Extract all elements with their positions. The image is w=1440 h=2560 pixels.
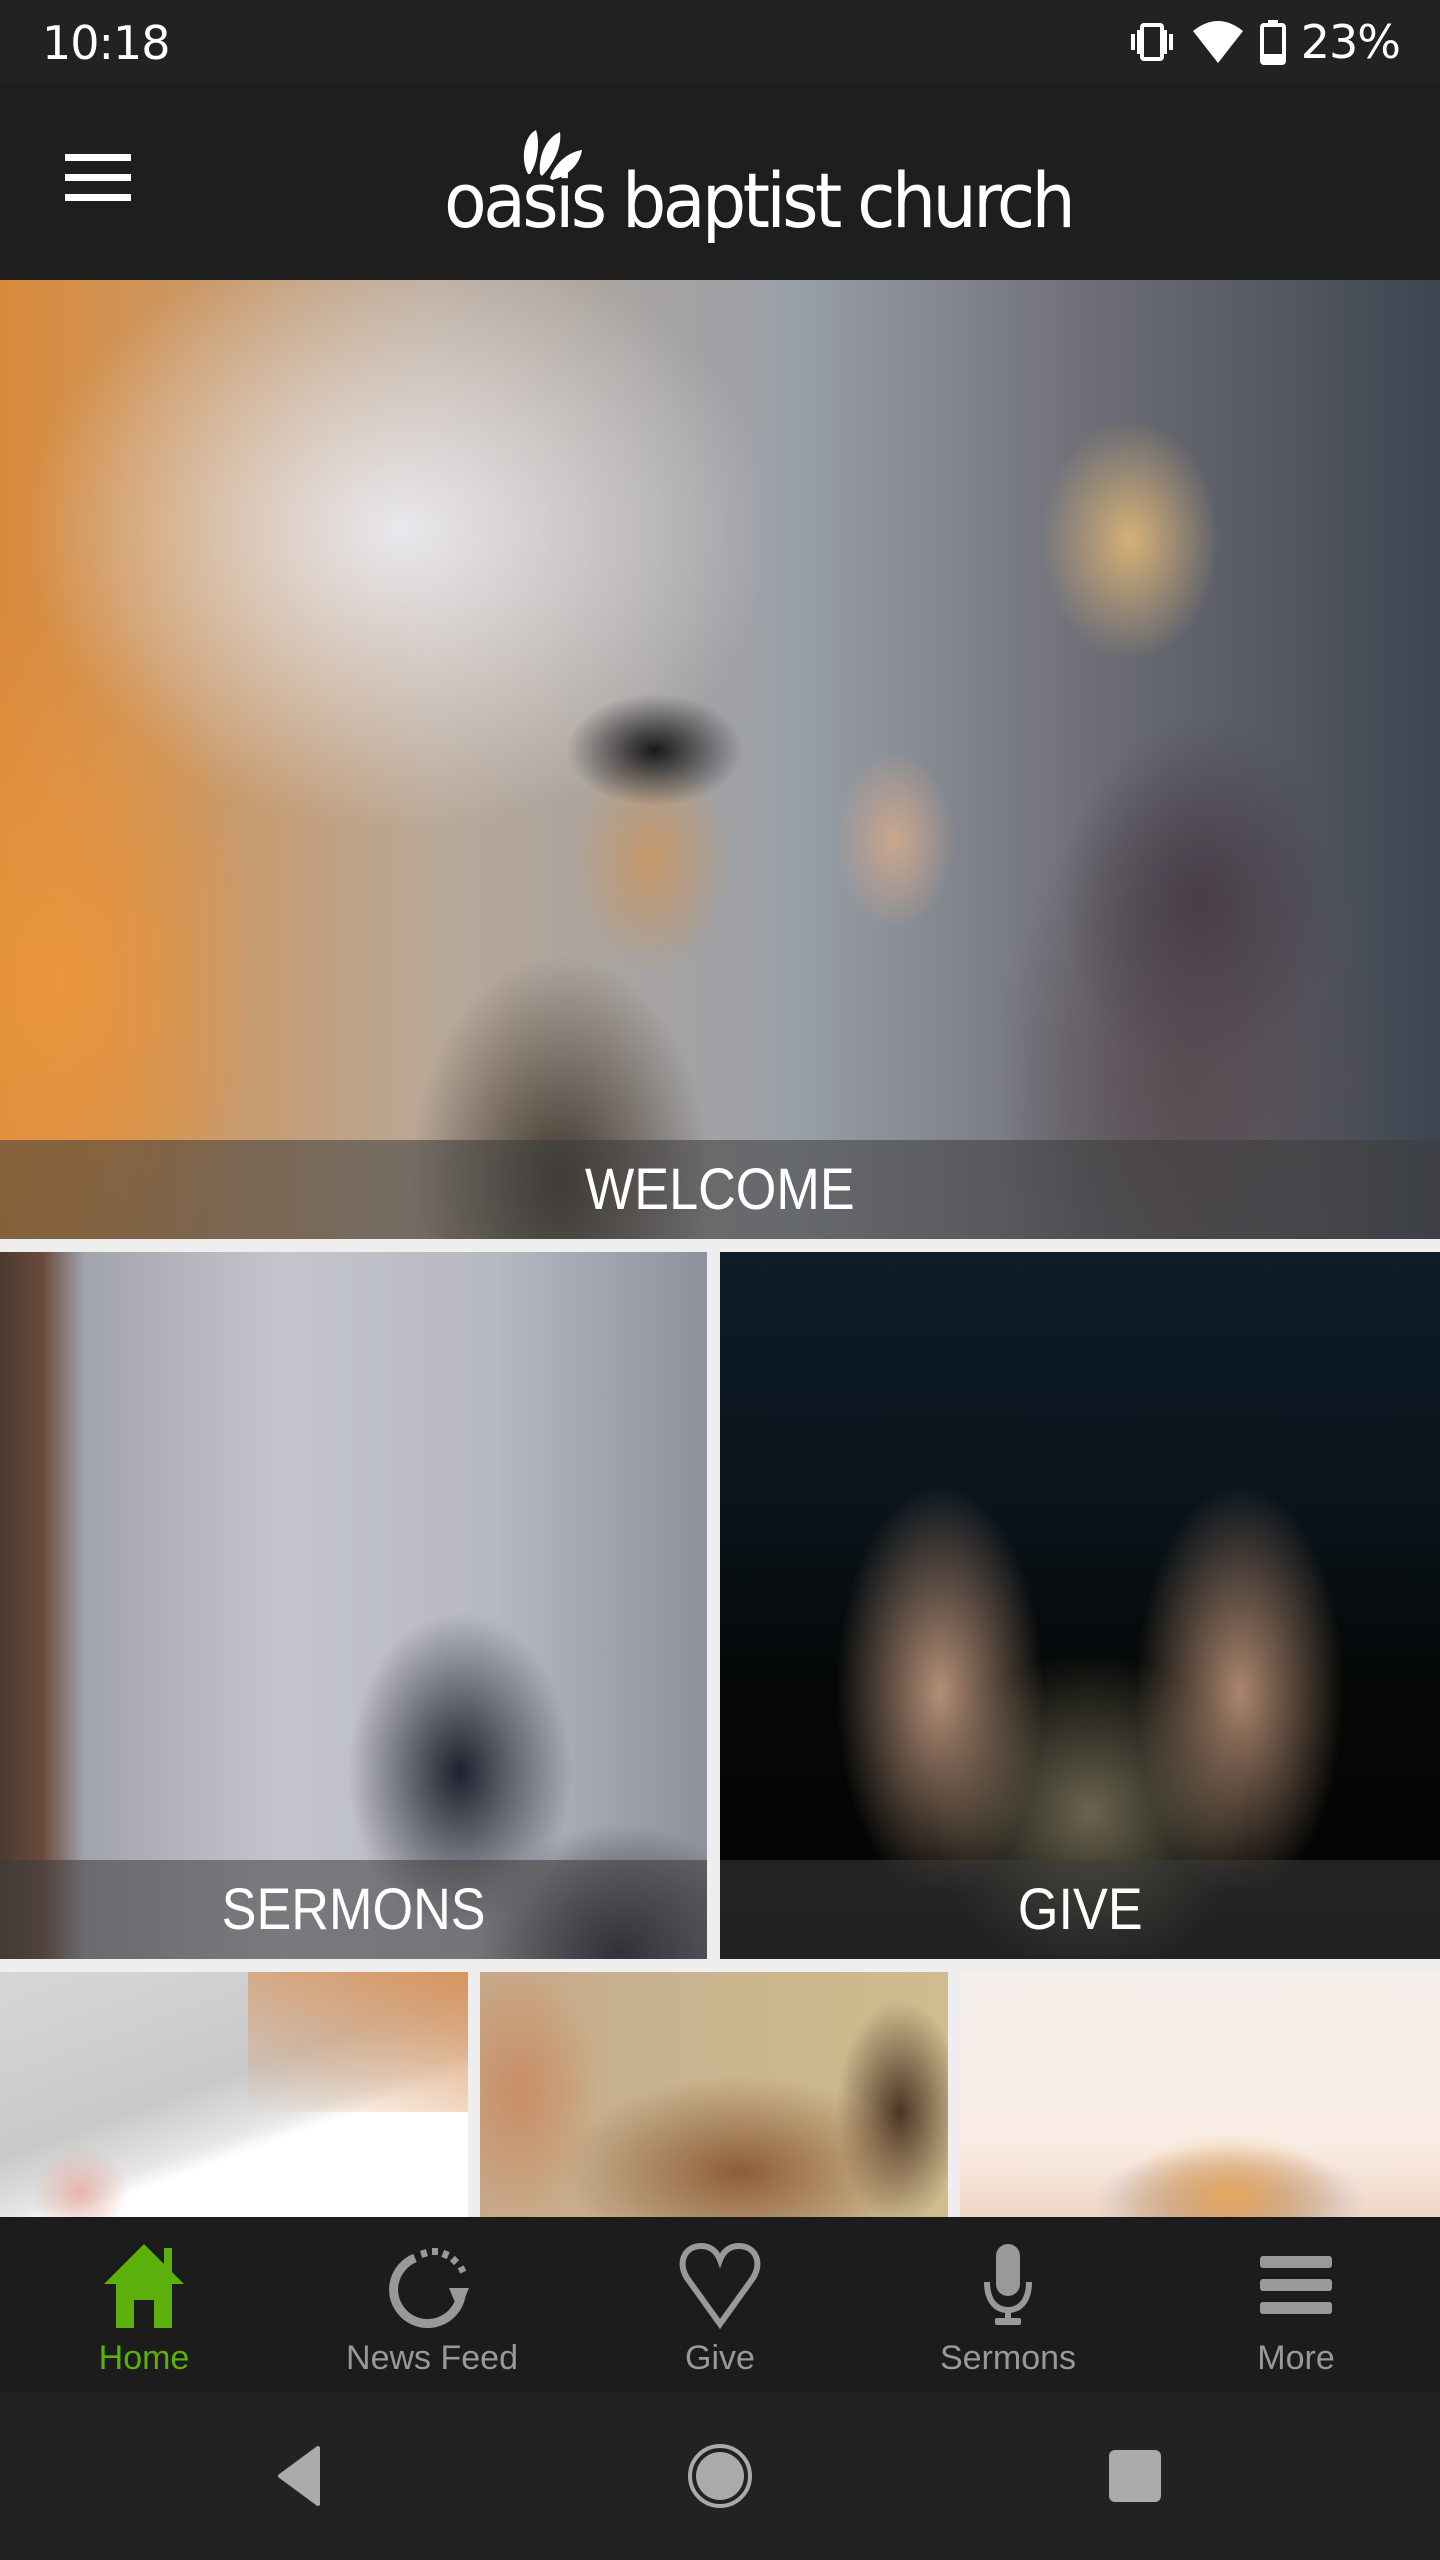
friends-photo	[960, 1972, 1440, 2217]
back-icon	[278, 2446, 320, 2506]
battery-icon	[1259, 20, 1286, 65]
tab-give[interactable]: Give	[576, 2217, 864, 2392]
tab-news-feed[interactable]: News Feed	[288, 2217, 576, 2392]
battery-percent: 23%	[1300, 15, 1401, 69]
status-time: 10:18	[42, 16, 171, 70]
hamburger-menu-icon[interactable]	[55, 134, 141, 220]
handshake-photo	[480, 1972, 948, 2217]
wifi-icon	[1192, 21, 1243, 63]
tile-label: WELCOME	[585, 1157, 855, 1222]
tab-sermons[interactable]: Sermons	[864, 2217, 1152, 2392]
tab-more[interactable]: More	[1152, 2217, 1440, 2392]
logo-text: oasis baptist church	[444, 156, 1076, 245]
app-header: oasis baptist church	[0, 84, 1440, 280]
home-icon	[104, 2244, 184, 2328]
tile-label-band: GIVE	[720, 1860, 1440, 1959]
church-logo[interactable]: oasis baptist church	[430, 126, 1076, 256]
tab-label: More	[1257, 2339, 1335, 2377]
tab-label: Sermons	[939, 2339, 1077, 2377]
bottom-tab-bar: Home News Feed Give Sermons More	[0, 2217, 1440, 2392]
home-circle-icon	[688, 2444, 752, 2508]
tile-give[interactable]: GIVE	[720, 1252, 1440, 1959]
sermons-photo	[0, 1252, 707, 1959]
tile-label-band: WELCOME	[0, 1140, 1440, 1239]
tab-label: Home	[98, 2339, 190, 2377]
tab-label: Give	[685, 2339, 755, 2377]
give-photo	[720, 1252, 1440, 1959]
heart-icon	[679, 2242, 761, 2330]
menu-icon	[1260, 2256, 1332, 2314]
status-bar: 10:18 23%	[0, 0, 1440, 84]
recents-button[interactable]	[1095, 2436, 1175, 2516]
status-icons: 23%	[1127, 14, 1401, 70]
recents-icon	[1109, 2450, 1161, 2502]
tile-community[interactable]	[960, 1972, 1440, 2217]
tile-bible-study[interactable]	[0, 1972, 468, 2217]
back-button[interactable]	[260, 2436, 340, 2516]
tile-label: GIVE	[1017, 1877, 1143, 1942]
home-button[interactable]	[680, 2436, 760, 2516]
tab-home[interactable]: Home	[0, 2217, 288, 2392]
microphone-icon	[984, 2244, 1032, 2325]
bible-photo	[0, 1972, 468, 2217]
system-nav-bar	[0, 2392, 1440, 2560]
tile-sermons[interactable]: SERMONS	[0, 1252, 707, 1959]
welcome-photo	[0, 280, 1440, 1239]
refresh-feed-icon	[389, 2248, 469, 2329]
tab-label: News Feed	[346, 2339, 518, 2377]
tile-label-band: SERMONS	[0, 1860, 707, 1959]
tile-welcome[interactable]: WELCOME	[0, 280, 1440, 1239]
tile-label: SERMONS	[221, 1877, 486, 1942]
tile-connect[interactable]	[480, 1972, 948, 2217]
vibrate-icon	[1130, 23, 1173, 61]
app-screen: 10:18 23% oasis baptist church WELCOME S…	[0, 0, 1440, 2560]
